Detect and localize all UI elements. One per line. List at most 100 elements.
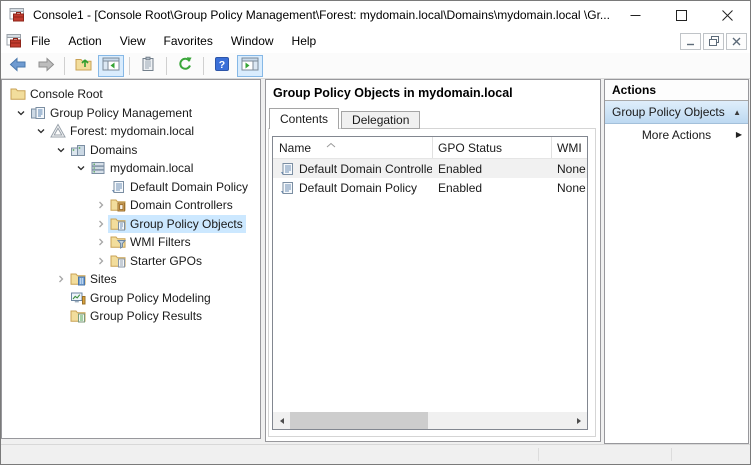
table-row[interactable]: Default Domain Policy Enabled None	[273, 178, 587, 197]
gpo-scroll-icon	[279, 180, 295, 196]
chevron-expanded-icon[interactable]	[74, 161, 88, 175]
chevron-collapsed-icon[interactable]	[54, 272, 68, 286]
forest-icon	[50, 123, 66, 139]
child-restore-button[interactable]	[703, 33, 724, 50]
tree-item-wmi-filters[interactable]: WMI Filters	[2, 233, 260, 252]
more-actions-arrow-icon: ▶	[736, 130, 742, 139]
scroll-right-icon[interactable]	[570, 412, 587, 429]
chevron-none	[94, 180, 108, 194]
tree-item-domain-controllers[interactable]: Domain Controllers	[2, 196, 260, 215]
minimize-button[interactable]	[612, 1, 658, 29]
toolbar-separator	[203, 57, 204, 75]
status-bar-separator	[671, 448, 672, 461]
tab-strip: Contents Delegation	[269, 108, 420, 129]
results-pane: Group Policy Objects in mydomain.local C…	[265, 79, 601, 442]
domain-icon	[90, 160, 106, 176]
menu-favorites[interactable]: Favorites	[155, 31, 222, 51]
console-tree-toggle-icon	[102, 57, 120, 74]
mmc-app-icon	[9, 7, 25, 23]
window-title: Console1 - [Console Root\Group Policy Ma…	[33, 8, 610, 22]
tree-item-sites[interactable]: Sites	[2, 270, 260, 289]
menu-action[interactable]: Action	[59, 31, 110, 51]
tree-item-console-root[interactable]: Console Root	[2, 85, 260, 104]
sort-ascending-icon	[325, 137, 337, 151]
tree-item-default-domain-policy[interactable]: Default Domain Policy	[2, 178, 260, 197]
menu-file[interactable]: File	[22, 31, 59, 51]
column-header-gpo-status[interactable]: GPO Status	[432, 137, 551, 158]
gpo-scroll-icon	[110, 179, 126, 195]
scrollbar-thumb[interactable]	[290, 412, 428, 429]
forward-button[interactable]	[33, 55, 59, 77]
results-pane-title: Group Policy Objects in mydomain.local	[273, 86, 513, 100]
chevron-collapsed-icon[interactable]	[94, 217, 108, 231]
tree-item-group-policy-objects[interactable]: Group Policy Objects	[2, 215, 260, 234]
tab-contents[interactable]: Contents	[269, 108, 339, 129]
refresh-button[interactable]	[172, 55, 198, 77]
toolbar-separator	[166, 57, 167, 75]
up-one-level-button[interactable]	[70, 55, 96, 77]
folder-clipboard-icon	[110, 197, 126, 213]
chevron-collapsed-icon[interactable]	[94, 254, 108, 268]
horizontal-scrollbar[interactable]	[273, 412, 587, 429]
gpm-icon	[30, 105, 46, 121]
back-button[interactable]	[5, 55, 31, 77]
menu-window[interactable]: Window	[222, 31, 283, 51]
show-hide-console-tree-button[interactable]	[98, 55, 124, 77]
tree-item-mydomain-local[interactable]: mydomain.local	[2, 159, 260, 178]
maximize-button[interactable]	[658, 1, 704, 29]
tree-item-forest[interactable]: Forest: mydomain.local	[2, 122, 260, 141]
menu-help[interactable]: Help	[283, 31, 326, 51]
toolbar-separator	[64, 57, 65, 75]
folder-scroll-icon	[110, 216, 126, 232]
help-button[interactable]: ?	[209, 55, 235, 77]
child-minimize-button[interactable]	[680, 33, 701, 50]
chevron-expanded-icon[interactable]	[54, 143, 68, 157]
menu-bar: File Action View Favorites Window Help	[1, 29, 750, 53]
show-hide-action-pane-button[interactable]	[237, 55, 263, 77]
chevron-none	[54, 291, 68, 305]
toolbar-separator	[129, 57, 130, 75]
chevron-collapsed-icon[interactable]	[94, 235, 108, 249]
refresh-icon	[177, 56, 193, 75]
scroll-left-icon[interactable]	[273, 412, 290, 429]
more-actions-item[interactable]: More Actions ▶	[605, 124, 748, 145]
mmc-child-icon	[6, 33, 22, 49]
toolbar: ?	[1, 53, 750, 79]
close-button[interactable]	[704, 1, 750, 29]
chevron-none	[54, 309, 68, 323]
tree-item-starter-gpos[interactable]: Starter GPOs	[2, 252, 260, 271]
chevron-collapsed-icon[interactable]	[94, 198, 108, 212]
svg-text:?: ?	[219, 59, 225, 71]
tree-item-group-policy-results[interactable]: Group Policy Results	[2, 307, 260, 326]
column-divider[interactable]	[432, 137, 433, 158]
console-tree-pane: Console Root Group Policy Management For…	[1, 79, 261, 439]
column-divider[interactable]	[551, 137, 552, 158]
table-row[interactable]: Default Domain Controller... Enabled Non…	[273, 159, 587, 178]
actions-section-group-policy-objects[interactable]: Group Policy Objects ▲	[605, 101, 748, 124]
collapse-section-icon[interactable]: ▲	[733, 108, 741, 117]
status-bar-separator	[538, 448, 539, 461]
column-header-name[interactable]: Name	[273, 137, 432, 158]
domains-icon	[70, 142, 86, 158]
gpo-scroll-icon	[279, 161, 295, 177]
gpo-list-view: Name GPO Status WMI Default Domain Contr…	[272, 136, 588, 430]
back-icon	[9, 57, 27, 75]
tab-delegation[interactable]: Delegation	[341, 111, 420, 129]
content-area: Console Root Group Policy Management For…	[1, 79, 750, 444]
tree-item-domains[interactable]: Domains	[2, 141, 260, 160]
folder-icon	[10, 86, 26, 102]
column-header-wmi-filter[interactable]: WMI	[551, 137, 587, 158]
child-close-button[interactable]	[726, 33, 747, 50]
tree-item-group-policy-modeling[interactable]: Group Policy Modeling	[2, 289, 260, 308]
folder-building-icon	[70, 271, 86, 287]
export-list-button[interactable]	[135, 55, 161, 77]
folder-doc-icon	[110, 253, 126, 269]
menu-view[interactable]: View	[111, 31, 155, 51]
list-header: Name GPO Status WMI	[273, 137, 587, 159]
up-one-level-icon	[75, 56, 92, 75]
chevron-expanded-icon[interactable]	[34, 124, 48, 138]
actions-pane: Actions Group Policy Objects ▲ More Acti…	[604, 79, 749, 444]
chevron-expanded-icon[interactable]	[14, 106, 28, 120]
title-bar: Console1 - [Console Root\Group Policy Ma…	[1, 1, 750, 29]
tree-item-group-policy-management[interactable]: Group Policy Management	[2, 104, 260, 123]
